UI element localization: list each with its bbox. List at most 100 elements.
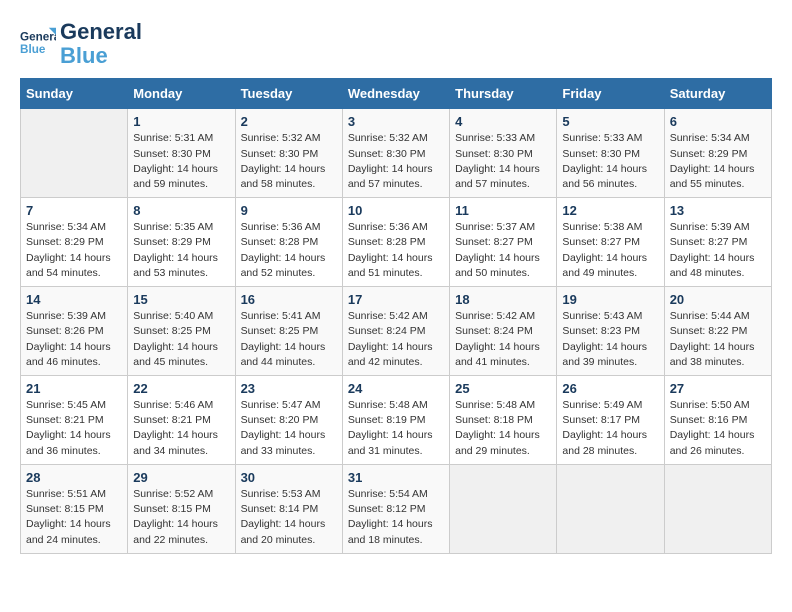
day-number: 2 (241, 114, 337, 129)
calendar-cell: 20 Sunrise: 5:44 AM Sunset: 8:22 PM Dayli… (664, 287, 771, 376)
day-info: Sunrise: 5:50 AM Sunset: 8:16 PM Dayligh… (670, 398, 766, 459)
day-info: Sunrise: 5:53 AM Sunset: 8:14 PM Dayligh… (241, 487, 337, 548)
calendar-cell (21, 109, 128, 198)
day-number: 7 (26, 203, 122, 218)
day-number: 29 (133, 470, 229, 485)
calendar-cell: 14 Sunrise: 5:39 AM Sunset: 8:26 PM Dayli… (21, 287, 128, 376)
calendar-table: SundayMondayTuesdayWednesdayThursdayFrid… (20, 78, 772, 553)
day-number: 22 (133, 381, 229, 396)
day-info: Sunrise: 5:54 AM Sunset: 8:12 PM Dayligh… (348, 487, 444, 548)
logo-icon: General Blue (20, 26, 56, 62)
calendar-cell: 21 Sunrise: 5:45 AM Sunset: 8:21 PM Dayli… (21, 376, 128, 465)
day-info: Sunrise: 5:42 AM Sunset: 8:24 PM Dayligh… (348, 309, 444, 370)
calendar-cell: 11 Sunrise: 5:37 AM Sunset: 8:27 PM Dayli… (450, 198, 557, 287)
day-number: 3 (348, 114, 444, 129)
calendar-cell: 1 Sunrise: 5:31 AM Sunset: 8:30 PM Daylig… (128, 109, 235, 198)
week-row-1: 1 Sunrise: 5:31 AM Sunset: 8:30 PM Daylig… (21, 109, 772, 198)
day-number: 8 (133, 203, 229, 218)
day-info: Sunrise: 5:38 AM Sunset: 8:27 PM Dayligh… (562, 220, 658, 281)
day-number: 4 (455, 114, 551, 129)
day-number: 28 (26, 470, 122, 485)
week-row-3: 14 Sunrise: 5:39 AM Sunset: 8:26 PM Dayli… (21, 287, 772, 376)
svg-text:Blue: Blue (20, 43, 46, 56)
day-info: Sunrise: 5:40 AM Sunset: 8:25 PM Dayligh… (133, 309, 229, 370)
calendar-cell: 19Sunrise: 5:43 AM Sunset: 8:23 PM Dayli… (557, 287, 664, 376)
day-header-monday: Monday (128, 79, 235, 109)
day-info: Sunrise: 5:51 AM Sunset: 8:15 PM Dayligh… (26, 487, 122, 548)
week-row-4: 21 Sunrise: 5:45 AM Sunset: 8:21 PM Dayli… (21, 376, 772, 465)
day-number: 1 (133, 114, 229, 129)
day-number: 13 (670, 203, 766, 218)
calendar-cell: 16Sunrise: 5:41 AM Sunset: 8:25 PM Dayli… (235, 287, 342, 376)
week-row-5: 28 Sunrise: 5:51 AM Sunset: 8:15 PM Dayli… (21, 464, 772, 553)
calendar-cell: 10Sunrise: 5:36 AM Sunset: 8:28 PM Dayli… (342, 198, 449, 287)
calendar-cell: 2 Sunrise: 5:32 AM Sunset: 8:30 PM Daylig… (235, 109, 342, 198)
day-number: 11 (455, 203, 551, 218)
calendar-cell (557, 464, 664, 553)
svg-text:General: General (20, 31, 56, 44)
day-number: 9 (241, 203, 337, 218)
day-number: 12 (562, 203, 658, 218)
day-number: 5 (562, 114, 658, 129)
day-header-saturday: Saturday (664, 79, 771, 109)
day-info: Sunrise: 5:36 AM Sunset: 8:28 PM Dayligh… (241, 220, 337, 281)
day-info: Sunrise: 5:44 AM Sunset: 8:22 PM Dayligh… (670, 309, 766, 370)
calendar-cell: 31 Sunrise: 5:54 AM Sunset: 8:12 PM Dayli… (342, 464, 449, 553)
day-info: Sunrise: 5:31 AM Sunset: 8:30 PM Dayligh… (133, 131, 229, 192)
calendar-cell: 30 Sunrise: 5:53 AM Sunset: 8:14 PM Dayli… (235, 464, 342, 553)
day-info: Sunrise: 5:39 AM Sunset: 8:26 PM Dayligh… (26, 309, 122, 370)
day-info: Sunrise: 5:47 AM Sunset: 8:20 PM Dayligh… (241, 398, 337, 459)
day-info: Sunrise: 5:45 AM Sunset: 8:21 PM Dayligh… (26, 398, 122, 459)
day-header-tuesday: Tuesday (235, 79, 342, 109)
calendar-cell: 17Sunrise: 5:42 AM Sunset: 8:24 PM Dayli… (342, 287, 449, 376)
day-header-sunday: Sunday (21, 79, 128, 109)
day-info: Sunrise: 5:34 AM Sunset: 8:29 PM Dayligh… (670, 131, 766, 192)
day-number: 21 (26, 381, 122, 396)
logo: General Blue General Blue (20, 20, 142, 68)
calendar-cell: 9 Sunrise: 5:36 AM Sunset: 8:28 PM Daylig… (235, 198, 342, 287)
calendar-cell: 13 Sunrise: 5:39 AM Sunset: 8:27 PM Dayli… (664, 198, 771, 287)
day-info: Sunrise: 5:32 AM Sunset: 8:30 PM Dayligh… (348, 131, 444, 192)
day-info: Sunrise: 5:42 AM Sunset: 8:24 PM Dayligh… (455, 309, 551, 370)
week-row-2: 7 Sunrise: 5:34 AM Sunset: 8:29 PM Daylig… (21, 198, 772, 287)
day-number: 27 (670, 381, 766, 396)
day-info: Sunrise: 5:46 AM Sunset: 8:21 PM Dayligh… (133, 398, 229, 459)
day-number: 23 (241, 381, 337, 396)
calendar-cell: 27 Sunrise: 5:50 AM Sunset: 8:16 PM Dayli… (664, 376, 771, 465)
calendar-cell: 24Sunrise: 5:48 AM Sunset: 8:19 PM Dayli… (342, 376, 449, 465)
day-number: 15 (133, 292, 229, 307)
day-info: Sunrise: 5:52 AM Sunset: 8:15 PM Dayligh… (133, 487, 229, 548)
calendar-cell: 5Sunrise: 5:33 AM Sunset: 8:30 PM Daylig… (557, 109, 664, 198)
calendar-cell: 12 Sunrise: 5:38 AM Sunset: 8:27 PM Dayli… (557, 198, 664, 287)
calendar-cell: 15 Sunrise: 5:40 AM Sunset: 8:25 PM Dayli… (128, 287, 235, 376)
day-number: 26 (562, 381, 658, 396)
calendar-cell: 4 Sunrise: 5:33 AM Sunset: 8:30 PM Daylig… (450, 109, 557, 198)
day-header-thursday: Thursday (450, 79, 557, 109)
day-info: Sunrise: 5:34 AM Sunset: 8:29 PM Dayligh… (26, 220, 122, 281)
day-info: Sunrise: 5:37 AM Sunset: 8:27 PM Dayligh… (455, 220, 551, 281)
day-info: Sunrise: 5:35 AM Sunset: 8:29 PM Dayligh… (133, 220, 229, 281)
day-number: 31 (348, 470, 444, 485)
calendar-cell (664, 464, 771, 553)
day-info: Sunrise: 5:39 AM Sunset: 8:27 PM Dayligh… (670, 220, 766, 281)
day-info: Sunrise: 5:43 AM Sunset: 8:23 PM Dayligh… (562, 309, 658, 370)
calendar-cell: 23 Sunrise: 5:47 AM Sunset: 8:20 PM Dayli… (235, 376, 342, 465)
day-info: Sunrise: 5:33 AM Sunset: 8:30 PM Dayligh… (455, 131, 551, 192)
day-number: 20 (670, 292, 766, 307)
calendar-cell: 7 Sunrise: 5:34 AM Sunset: 8:29 PM Daylig… (21, 198, 128, 287)
day-header-wednesday: Wednesday (342, 79, 449, 109)
calendar-cell: 29 Sunrise: 5:52 AM Sunset: 8:15 PM Dayli… (128, 464, 235, 553)
logo-text: General Blue (60, 20, 142, 68)
day-number: 14 (26, 292, 122, 307)
day-info: Sunrise: 5:41 AM Sunset: 8:25 PM Dayligh… (241, 309, 337, 370)
calendar-cell: 18Sunrise: 5:42 AM Sunset: 8:24 PM Dayli… (450, 287, 557, 376)
day-number: 24 (348, 381, 444, 396)
day-info: Sunrise: 5:48 AM Sunset: 8:18 PM Dayligh… (455, 398, 551, 459)
calendar-cell: 8 Sunrise: 5:35 AM Sunset: 8:29 PM Daylig… (128, 198, 235, 287)
day-info: Sunrise: 5:32 AM Sunset: 8:30 PM Dayligh… (241, 131, 337, 192)
day-number: 6 (670, 114, 766, 129)
day-info: Sunrise: 5:36 AM Sunset: 8:28 PM Dayligh… (348, 220, 444, 281)
day-number: 30 (241, 470, 337, 485)
calendar-cell: 26Sunrise: 5:49 AM Sunset: 8:17 PM Dayli… (557, 376, 664, 465)
calendar-cell: 22 Sunrise: 5:46 AM Sunset: 8:21 PM Dayli… (128, 376, 235, 465)
